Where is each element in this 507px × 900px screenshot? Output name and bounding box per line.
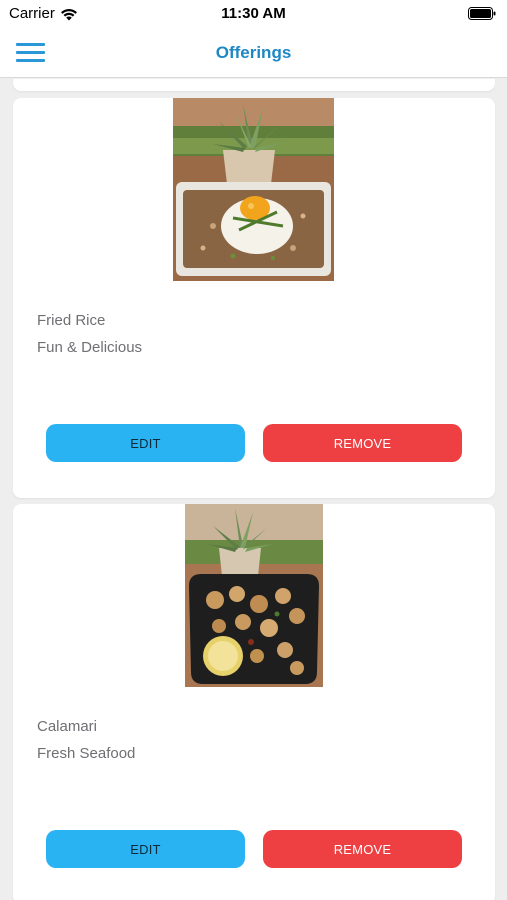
fried-rice-photo — [173, 98, 334, 281]
offering-name: Fried Rice — [37, 312, 106, 329]
battery-icon — [468, 7, 496, 20]
offerings-list[interactable]: Fried Rice Fun & Delicious EDIT REMOVE C… — [0, 79, 507, 900]
page-title: Offerings — [215, 43, 292, 62]
offering-description: Fresh Seafood — [37, 745, 136, 762]
navigation-bar: Offerings — [0, 30, 507, 78]
offering-card: Calamari Fresh Seafood EDIT REMOVE — [13, 504, 495, 900]
status-bar: Carrier 11:30 AM — [0, 0, 507, 30]
remove-button[interactable]: REMOVE — [263, 830, 462, 868]
remove-button[interactable]: REMOVE — [263, 424, 462, 462]
offering-name: Calamari — [37, 718, 98, 735]
edit-button[interactable]: EDIT — [46, 830, 245, 868]
previous-offering-card — [13, 79, 495, 91]
edit-button[interactable]: EDIT — [46, 424, 245, 462]
offering-card: Fried Rice Fun & Delicious EDIT REMOVE — [13, 98, 495, 498]
calamari-photo — [185, 504, 323, 687]
clock: 11:30 AM — [221, 5, 286, 22]
offering-description: Fun & Delicious — [37, 339, 143, 356]
